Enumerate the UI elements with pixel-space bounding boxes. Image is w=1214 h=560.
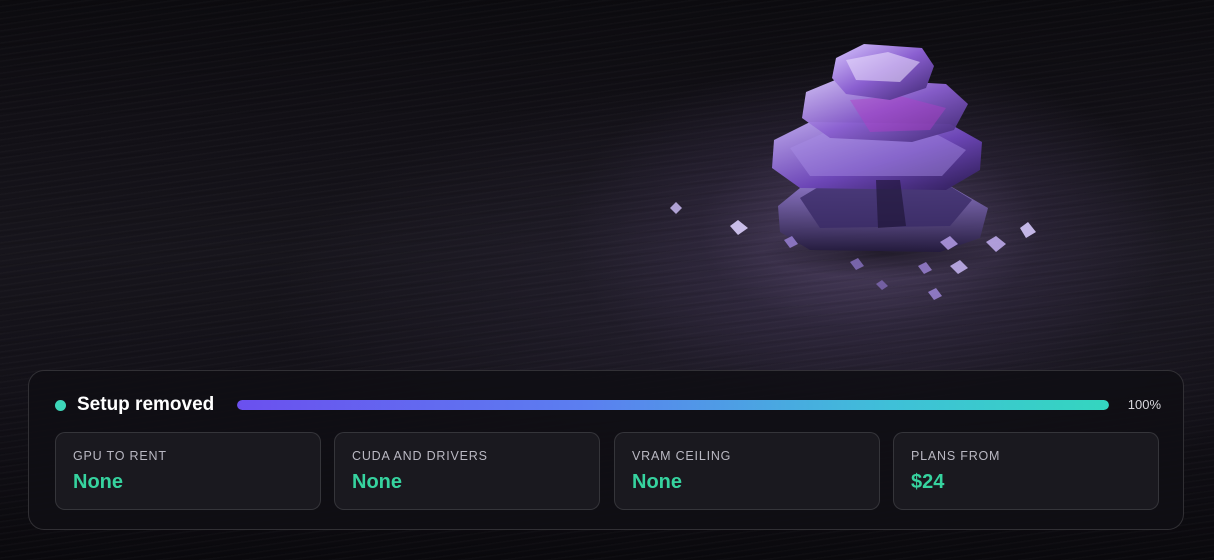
status-label: Setup removed [77,394,215,415]
stat-card-value: None [73,471,123,493]
hero-background-image: Setup removed 100% GPU TO RENT None CUDA… [0,0,1214,560]
stat-card-gpu-to-rent: GPU TO RENT None [55,432,321,510]
stat-card-vram-ceiling: VRAM CEILING None [614,432,880,510]
stat-card-label: PLANS FROM [911,449,1001,463]
stat-card-value: None [352,471,402,493]
progress-bar-fill [237,400,1109,410]
status-row: Setup removed 100% [55,393,1161,417]
stat-card-cuda-and-drivers: CUDA AND DRIVERS None [334,432,600,510]
progress-percent: 100% [1127,397,1161,412]
stat-card-value: None [632,471,682,493]
amethyst-crystal-stack [670,44,1036,300]
stat-card-label: GPU TO RENT [73,449,167,463]
status-dot-icon [55,400,66,411]
status-panel: Setup removed 100% GPU TO RENT None CUDA… [28,370,1184,530]
stat-cards: GPU TO RENT None CUDA AND DRIVERS None V… [55,432,1159,510]
stat-card-value: $24 [911,471,945,493]
progress-bar [237,400,1109,410]
stat-card-label: VRAM CEILING [632,449,732,463]
stat-card-label: CUDA AND DRIVERS [352,449,488,463]
stat-card-plans-from: PLANS FROM $24 [893,432,1159,510]
